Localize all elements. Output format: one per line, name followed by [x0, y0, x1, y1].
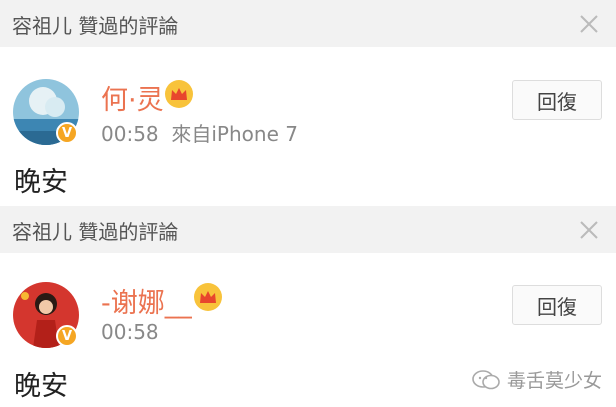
comment-text: 晚安: [14, 167, 68, 198]
liked-by-bar: 容祖儿 贊過的評論: [0, 0, 616, 47]
close-icon[interactable]: [578, 13, 600, 35]
liked-by-bar: 容祖儿 贊過的評論: [0, 206, 616, 253]
verified-badge-icon: V: [56, 325, 78, 347]
verified-badge-icon: V: [56, 122, 78, 144]
liked-by-text: 容祖儿 贊過的評論: [12, 220, 179, 244]
comment-time: 00:58: [101, 320, 159, 344]
username[interactable]: -谢娜__: [101, 281, 192, 320]
comment-card: 容祖儿 贊過的評論 V -谢娜__ 00:58 回復 晚安 毒舌莫少女: [0, 206, 616, 407]
crown-icon: [194, 283, 222, 311]
crown-icon: [165, 80, 193, 108]
comment-meta: 00:58: [101, 320, 159, 344]
wechat-icon: [472, 369, 500, 389]
reply-button[interactable]: 回復: [512, 80, 602, 120]
comment-source: 來自iPhone 7: [171, 122, 298, 146]
watermark-text: 毒舌莫少女: [506, 370, 602, 392]
comment-meta: 00:58 來自iPhone 7: [101, 118, 298, 147]
comment-text: 晚安: [14, 371, 68, 402]
comment-card: 容祖儿 贊過的評論 V 何·灵 00:58 來自iPhone 7 回復 晚安: [0, 0, 616, 206]
watermark: 毒舌莫少女: [471, 366, 602, 393]
close-icon[interactable]: [578, 219, 600, 241]
comment-time: 00:58: [101, 122, 159, 146]
liked-by-text: 容祖儿 贊過的評論: [12, 14, 179, 38]
username[interactable]: 何·灵: [101, 78, 164, 117]
reply-button[interactable]: 回復: [512, 285, 602, 325]
